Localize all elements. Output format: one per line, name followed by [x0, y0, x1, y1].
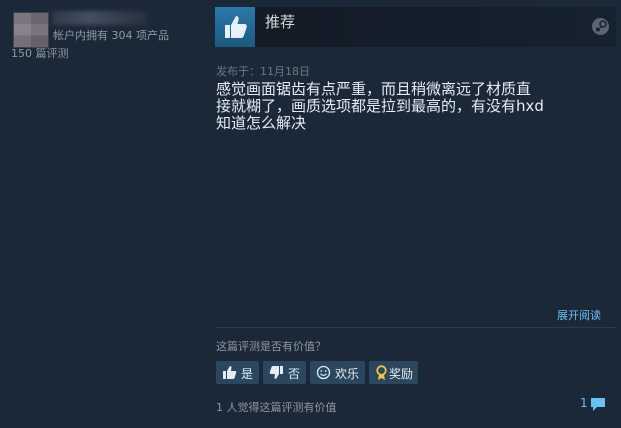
author-panel: 帐户内拥有 304 项产品 150 篇评测: [0, 0, 205, 428]
vote-funny-button[interactable]: 欢乐: [310, 361, 365, 384]
thumbs-up-icon: [225, 16, 247, 38]
posted-date: 发布于：11月18日: [216, 65, 310, 78]
helpful-question: 这篇评测是否有价值？: [216, 340, 326, 353]
vote-no-label: 否: [288, 367, 301, 381]
review-body: 感觉画面锯齿有点严重，而且稍微离远了材质直 接就糊了，画质选项都是拉到最高的，有…: [216, 81, 611, 132]
products-owned[interactable]: 帐户内拥有 304 项产品: [53, 27, 169, 43]
award-icon: [376, 365, 387, 380]
divider: [215, 327, 616, 328]
helpful-summary: 1 人觉得这篇评测有价值: [216, 401, 337, 414]
review-line: 知道怎么解决: [216, 114, 307, 132]
comment-icon: [591, 398, 605, 411]
award-label: 奖励: [389, 367, 414, 381]
verdict-title: 推荐: [265, 13, 296, 31]
avatar[interactable]: [13, 12, 49, 48]
thumbs-down-icon: [269, 366, 283, 379]
review-line: 感觉画面锯齿有点严重，而且稍微离远了材质直: [216, 80, 532, 98]
vote-funny-label: 欢乐: [335, 367, 360, 381]
thumbs-up-badge: [215, 7, 255, 47]
vote-yes-button[interactable]: 是: [216, 361, 259, 384]
smiley-icon: [316, 365, 331, 380]
review-line: 接就糊了，画质选项都是拉到最高的，有没有hxd: [216, 97, 544, 115]
reviews-count[interactable]: 150 篇评测: [11, 45, 69, 61]
vote-yes-label: 是: [241, 367, 254, 381]
steam-logo-icon: [592, 18, 609, 35]
award-button[interactable]: 奖励: [369, 361, 418, 384]
expand-review-link[interactable]: 展开阅读: [557, 307, 601, 323]
comment-count: 1: [580, 396, 588, 410]
author-name-blurred[interactable]: [52, 11, 147, 25]
vote-no-button[interactable]: 否: [263, 361, 306, 384]
thumbs-up-icon: [223, 366, 237, 379]
review-verdict-header: 推荐: [215, 7, 616, 47]
